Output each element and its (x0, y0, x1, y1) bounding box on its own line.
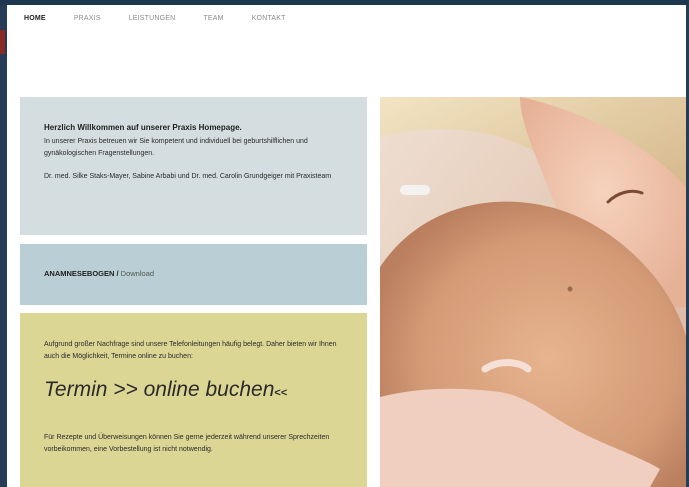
download-card: ANAMNESEBOGEN / Download (20, 244, 367, 305)
welcome-title: Herzlich Willkommen auf unserer Praxis H… (44, 123, 242, 132)
top-frame-bar (0, 0, 689, 5)
online-booking-label: Termin >> online buchen (44, 378, 275, 401)
welcome-text: In unserer Praxis betreuen wir Sie kompe… (44, 138, 308, 157)
download-link[interactable]: Download (119, 269, 154, 278)
termin-intro: Aufgrund großer Nachfrage sind unsere Te… (44, 341, 337, 360)
download-line: ANAMNESEBOGEN / Download (44, 269, 343, 278)
left-accent-tab (0, 30, 5, 54)
anamnesebogen-label: ANAMNESEBOGEN / (44, 269, 119, 278)
nav-item-kontakt[interactable]: KONTAKT (252, 15, 286, 22)
pregnancy-photo-illustration (380, 97, 686, 487)
nav-item-team[interactable]: TEAM (203, 15, 223, 22)
left-frame-strip (0, 5, 7, 487)
nav-item-leistungen[interactable]: LEISTUNGEN (129, 15, 176, 22)
nav-item-home[interactable]: HOME (24, 15, 46, 22)
main-navigation: HOME PRAXIS LEISTUNGEN TEAM KONTAKT (24, 15, 314, 22)
welcome-card: Herzlich Willkommen auf unserer Praxis H… (20, 97, 367, 235)
termin-card: Aufgrund großer Nachfrage sind unsere Te… (20, 313, 367, 487)
online-booking-arrows: << (274, 387, 288, 399)
online-booking-link[interactable]: Termin >> online buchen<< (44, 378, 343, 402)
nav-item-praxis[interactable]: PRAXIS (74, 15, 101, 22)
prescription-note: Für Rezepte und Überweisungen können Sie… (44, 434, 330, 453)
hero-photo (380, 97, 686, 487)
doctors-names: Dr. med. Silke Staks-Mayer, Sabine Arbab… (44, 173, 332, 180)
